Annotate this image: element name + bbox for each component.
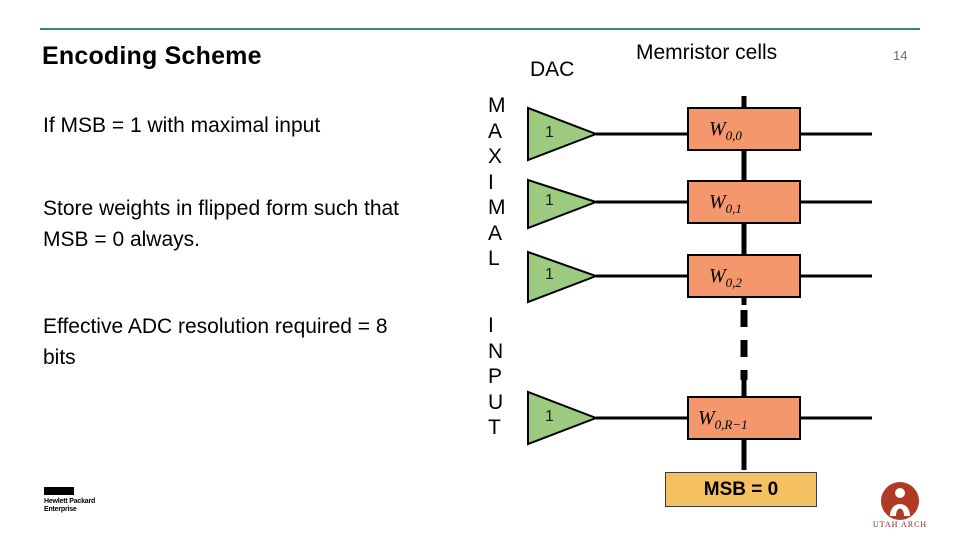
title-divider (40, 28, 920, 30)
vertical-letter: A (488, 221, 503, 245)
vertical-letter: N (488, 339, 504, 363)
slide-number: 14 (893, 48, 908, 63)
vertical-letter: I (488, 314, 494, 337)
utah-arch-text: UTAH ARCH (872, 520, 928, 529)
encoding-diagram (527, 96, 872, 470)
vertical-letter: L (488, 247, 500, 270)
dac-value-1: 1 (545, 192, 554, 209)
bullet-text-2: Store weights in flipped form such that … (43, 197, 400, 251)
weight-label-0: W0,0 (709, 118, 742, 143)
page-title: Encoding Scheme (42, 42, 262, 70)
utah-arch-logo: UTAH ARCH (860, 482, 940, 532)
vertical-letter: T (488, 416, 501, 439)
maximal-vertical-label: MAXIMAL (488, 93, 508, 272)
dac-triangle-2 (527, 250, 599, 304)
weight-box-2 (687, 254, 801, 298)
dac-value-2: 1 (545, 266, 554, 283)
weight-label-3: W0,R−1 (698, 407, 748, 432)
hpe-logo-line2: Enterprise (44, 506, 77, 513)
memristor-cells-label: Memristor cells (636, 41, 778, 64)
vertical-letter: M (488, 196, 506, 219)
vertical-letter: U (488, 390, 504, 414)
dac-label: DAC (530, 58, 575, 81)
utah-arch-icon (881, 482, 919, 520)
vertical-letter: I (488, 170, 494, 194)
vertical-letter: X (488, 145, 503, 168)
weight-box-0 (687, 107, 801, 151)
bullet-text-3: Effective ADC resolution required = 8 bi… (43, 315, 388, 369)
slide: Encoding Scheme 14 If MSB = 1 with maxim… (0, 0, 960, 540)
weight-label-1: W0,1 (709, 191, 742, 216)
msb-note-box: MSB = 0 (665, 472, 817, 507)
vertical-letter: P (488, 365, 503, 388)
dac-triangle-3 (527, 390, 599, 446)
input-vertical-label: INPUT (488, 313, 508, 441)
hpe-logo: Hewlett Packard Enterprise (44, 487, 134, 523)
dac-value-3: 1 (545, 408, 554, 425)
hpe-logo-bar (44, 487, 74, 495)
dac-triangle-0 (527, 106, 599, 162)
vertical-letter: A (488, 119, 503, 143)
dac-triangle-1 (527, 178, 600, 230)
dac-value-0: 1 (545, 124, 554, 141)
vertical-letter: M (488, 94, 506, 117)
hpe-logo-line1: Hewlett Packard (44, 498, 96, 505)
weight-box-1 (687, 180, 801, 224)
weight-label-2: W0,2 (709, 265, 742, 290)
bullet-text-1: If MSB = 1 with maximal input (43, 114, 321, 137)
